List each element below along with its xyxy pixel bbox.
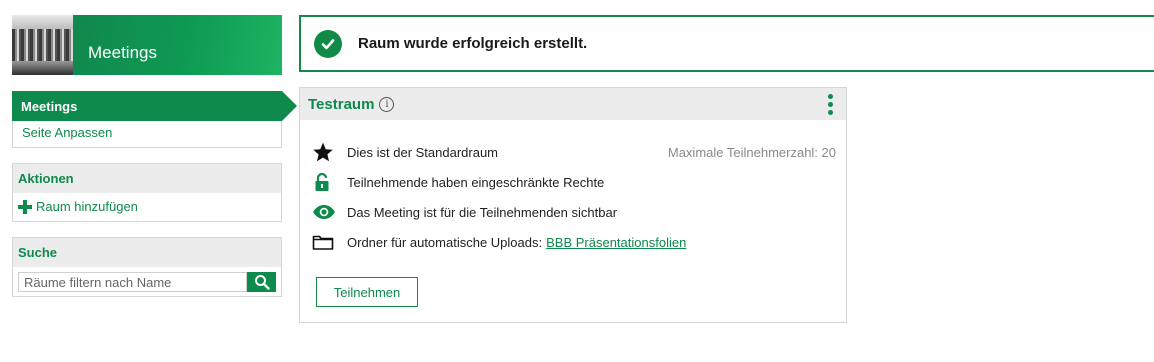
- folder-row: Ordner für automatische Uploads: BBB Prä…: [312, 232, 686, 252]
- search-panel-title: Suche: [13, 238, 281, 267]
- banner-title: Meetings: [73, 15, 282, 75]
- search-panel: Suche: [12, 237, 282, 297]
- kebab-menu-icon[interactable]: [828, 94, 834, 115]
- search-button[interactable]: [247, 272, 276, 292]
- search-input[interactable]: [18, 272, 247, 292]
- success-alert: Raum wurde erfolgreich erstellt.: [299, 15, 1154, 72]
- actions-panel: Aktionen Raum hinzufügen: [12, 163, 282, 222]
- plus-icon: [18, 199, 32, 214]
- star-icon: [312, 142, 336, 162]
- add-room-label: Raum hinzufügen: [36, 199, 138, 214]
- max-participants: Maximale Teilnehmerzahl: 20: [667, 144, 836, 160]
- visible-text: Das Meeting ist für die Teilnehmenden si…: [347, 204, 618, 220]
- room-card-header: Testraum i: [300, 88, 846, 120]
- restricted-row: Teilnehmende haben eingeschränkte Rechte: [312, 172, 604, 192]
- room-card: Testraum i Dies ist der Standardraum Max…: [299, 87, 847, 323]
- lock-icon: [312, 172, 336, 192]
- banner-image: [12, 15, 73, 75]
- sidebar-nav: Meetings Seite Anpassen: [12, 91, 297, 148]
- default-room-row: Dies ist der Standardraum Maximale Teiln…: [312, 142, 836, 162]
- info-icon[interactable]: i: [379, 96, 395, 112]
- search-icon: [254, 275, 270, 290]
- restricted-text: Teilnehmende haben eingeschränkte Rechte: [347, 174, 605, 190]
- nav-item-meetings[interactable]: Meetings: [12, 91, 297, 121]
- visible-row: Das Meeting ist für die Teilnehmenden si…: [312, 202, 617, 222]
- folder-label: Ordner für automatische Uploads:: [347, 234, 543, 250]
- check-circle-icon: [314, 29, 342, 58]
- join-button[interactable]: Teilnehmen: [316, 277, 418, 307]
- folder-link[interactable]: BBB Präsentationsfolien: [546, 235, 686, 250]
- default-room-text: Dies ist der Standardraum: [347, 144, 499, 160]
- nav-item-seite-anpassen[interactable]: Seite Anpassen: [13, 121, 281, 140]
- alert-message: Raum wurde erfolgreich erstellt.: [358, 35, 588, 52]
- sidebar-banner: Meetings: [12, 15, 282, 75]
- folder-icon: [312, 232, 336, 252]
- actions-panel-title: Aktionen: [13, 164, 281, 193]
- add-room-link[interactable]: Raum hinzufügen: [13, 193, 281, 214]
- eye-icon: [312, 202, 336, 222]
- room-title[interactable]: Testraum: [308, 96, 374, 113]
